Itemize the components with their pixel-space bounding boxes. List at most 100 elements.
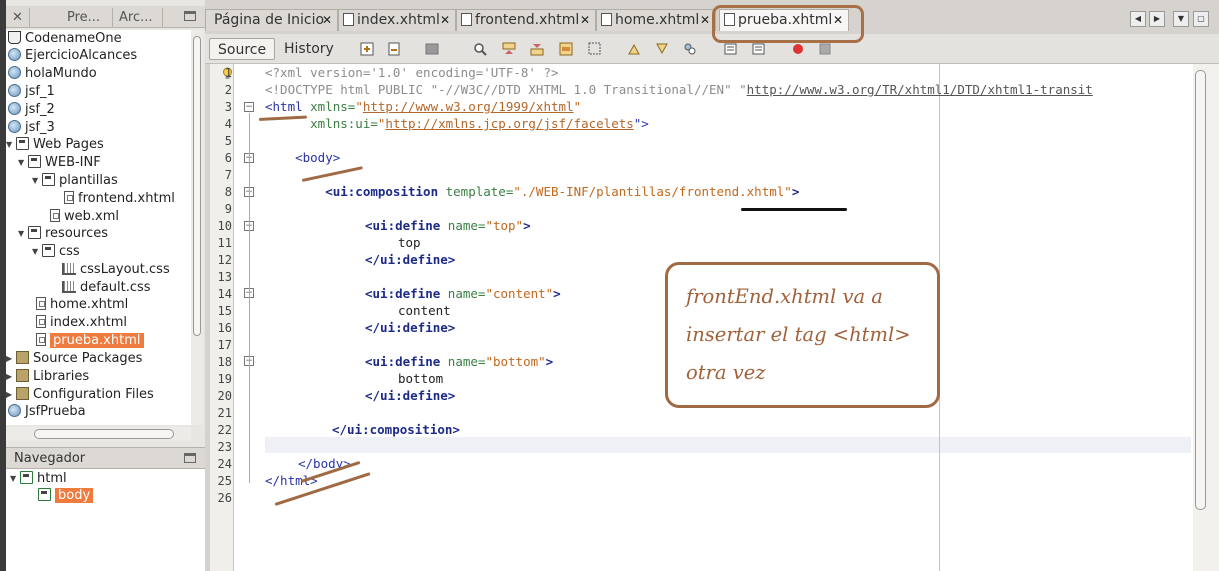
tab-projects[interactable]: Pre... <box>61 8 113 27</box>
tree-hscroll-thumb[interactable] <box>34 429 174 439</box>
tree-node[interactable]: cssLayout.css <box>62 261 170 279</box>
tree-node[interactable]: home.xhtml <box>36 296 128 314</box>
expand-arrow-icon[interactable]: ▼ <box>18 154 28 172</box>
tab-list-icon[interactable]: ▼ <box>1173 11 1189 27</box>
collapse-arrow-icon[interactable]: ▶ <box>6 350 16 368</box>
tree-node[interactable]: ▶ Libraries <box>6 368 89 386</box>
tree-node[interactable]: ▼ WEB-INF <box>18 154 101 172</box>
tab-index[interactable]: index.xhtml ✕ <box>338 9 456 31</box>
shift-left-icon[interactable] <box>723 42 737 56</box>
tree-label: cssLayout.css <box>80 262 170 277</box>
find-previous-icon[interactable] <box>502 42 516 56</box>
file-icon <box>461 13 472 26</box>
tree-node[interactable]: CodenameOne <box>8 30 122 48</box>
tree-label: css <box>59 244 80 259</box>
back-icon[interactable] <box>388 42 402 56</box>
close-icon[interactable]: ✕ <box>440 10 450 31</box>
tree-node[interactable]: ▼ plantillas <box>32 172 118 190</box>
tree-node[interactable]: ▶ Source Packages <box>6 350 142 368</box>
tree-label: jsf_1 <box>25 84 55 99</box>
navigator-node-selected[interactable]: body <box>38 487 94 505</box>
tree-label: jsf_2 <box>25 102 55 117</box>
expand-arrow-icon[interactable]: ▼ <box>10 470 20 488</box>
expand-arrow-icon[interactable]: ▼ <box>6 136 16 154</box>
line-number: 21 <box>217 406 232 420</box>
expand-arrow-icon[interactable]: ▼ <box>18 225 28 243</box>
expand-arrow-icon[interactable]: ▼ <box>32 243 42 261</box>
tree-node[interactable]: ▶ Configuration Files <box>6 386 154 404</box>
line-number: 4 <box>224 117 232 131</box>
tag-token: "> <box>633 116 649 131</box>
close-icon[interactable]: ✕ <box>322 10 332 31</box>
tree-label: default.css <box>80 280 151 295</box>
tree-node[interactable]: ▼ Web Pages <box>6 136 104 154</box>
tab-archivos[interactable]: Arc... <box>113 8 163 27</box>
annotation-text: otra vez <box>686 361 766 384</box>
tab-home[interactable]: home.xhtml ✕ <box>596 9 716 31</box>
find-next-icon[interactable] <box>530 42 544 56</box>
forward-icon[interactable] <box>425 42 439 56</box>
previous-bookmark-icon[interactable] <box>627 42 641 56</box>
tree-node[interactable]: jsf_1 <box>8 83 55 101</box>
tree-node[interactable]: index.xhtml <box>36 314 127 332</box>
next-bookmark-icon[interactable] <box>655 42 669 56</box>
start-macro-recording-icon[interactable] <box>791 42 805 56</box>
tab-frontend[interactable]: frontend.xhtml ✕ <box>456 9 596 31</box>
editor-scroll-thumb[interactable] <box>1195 70 1206 510</box>
scroll-tabs-right-icon[interactable]: ▶ <box>1149 11 1165 27</box>
code-line: xmlns:ui="http://xmlns.jcp.org/jsf/facel… <box>265 116 649 132</box>
tree-node[interactable]: frontend.xhtml <box>64 190 175 208</box>
navigator-node[interactable]: ▼ html <box>10 470 67 488</box>
last-edit-icon[interactable] <box>360 42 374 56</box>
tree-label: WEB-INF <box>45 155 101 170</box>
projects-tab-close[interactable]: ✕ <box>6 8 30 27</box>
tab-pagina-inicio[interactable]: Página de Inicio ✕ <box>205 9 338 31</box>
shift-right-icon[interactable] <box>752 42 766 56</box>
collapse-arrow-icon[interactable]: ▶ <box>6 368 16 386</box>
tree-node[interactable]: web.xml <box>50 208 119 226</box>
tree-node[interactable]: ▼ css <box>32 243 80 261</box>
namespace-url[interactable]: http://www.w3.org/1999/xhtml <box>363 99 574 114</box>
toggle-bookmark-icon[interactable] <box>683 42 697 56</box>
package-icon <box>16 351 29 364</box>
code-line: </ui:define> <box>365 320 455 336</box>
tree-node[interactable]: jsf_3 <box>8 119 55 137</box>
scroll-tabs-left-icon[interactable]: ◀ <box>1130 11 1146 27</box>
doctype-url[interactable]: http://www.w3.org/TR/xhtml1/DTD/xhtml1-t… <box>747 82 1093 97</box>
tree-label: CodenameOne <box>25 31 122 46</box>
tree-node[interactable]: JsfPrueba <box>8 403 86 421</box>
maximize-icon[interactable]: ▢ <box>1193 11 1209 27</box>
namespace-url[interactable]: http://xmlns.jcp.org/jsf/facelets <box>385 116 633 131</box>
close-icon[interactable]: ✕ <box>12 10 23 25</box>
code-line: <?xml version='1.0' encoding='UTF-8' ?> <box>265 65 559 81</box>
line-number: 7 <box>224 168 232 182</box>
minimize-icon[interactable] <box>184 11 196 21</box>
find-icon[interactable] <box>473 42 487 56</box>
minimize-icon[interactable] <box>184 453 196 463</box>
tag-token: > <box>545 354 554 369</box>
tree-node[interactable]: jsf_2 <box>8 101 55 119</box>
tree-node[interactable]: holaMundo <box>8 65 97 83</box>
stop-macro-recording-icon[interactable] <box>818 42 832 56</box>
tree-node[interactable]: EjercicioAlcances <box>8 47 137 65</box>
close-icon[interactable]: ✕ <box>700 10 710 31</box>
toggle-highlight-icon[interactable] <box>559 42 573 56</box>
expand-arrow-icon[interactable]: ▼ <box>32 172 42 190</box>
tree-node-selected[interactable]: prueba.xhtml <box>36 332 144 350</box>
attr-token: xmlns= <box>310 99 356 114</box>
tree-label: JsfPrueba <box>25 404 86 419</box>
history-button[interactable]: History <box>276 38 342 60</box>
fold-toggle-icon[interactable]: − <box>244 102 254 112</box>
close-icon[interactable]: ✕ <box>580 10 590 31</box>
current-line-highlight <box>265 437 1191 453</box>
attr-token: name= <box>447 286 486 301</box>
tree-node[interactable]: default.css <box>62 279 151 297</box>
tree-scroll-thumb[interactable] <box>193 36 201 336</box>
collapse-arrow-icon[interactable]: ▶ <box>6 386 16 404</box>
source-button[interactable]: Source <box>209 38 276 60</box>
tree-node[interactable]: ▼ resources <box>18 225 108 243</box>
line-number: 10 <box>217 219 232 233</box>
tree-label: plantillas <box>59 173 118 188</box>
folder-icon <box>16 137 29 150</box>
toggle-rectangular-selection-icon[interactable] <box>588 42 602 56</box>
